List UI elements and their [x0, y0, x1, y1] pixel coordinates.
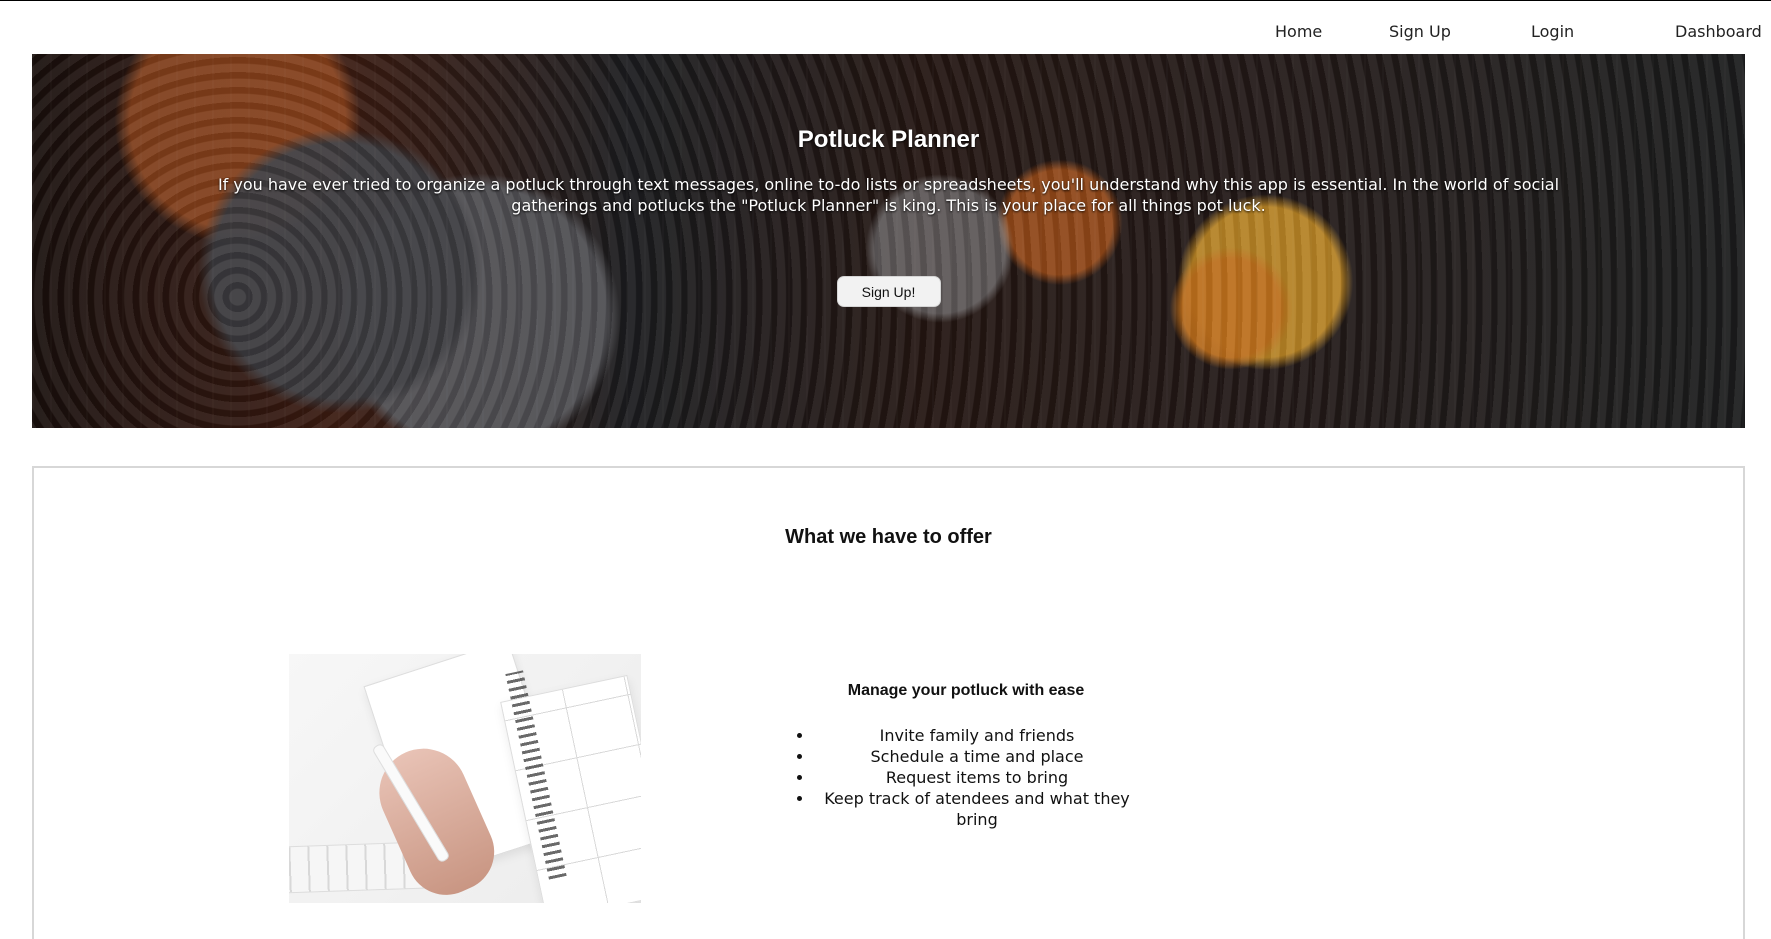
nav-dashboard-link[interactable]: Dashboard [1663, 22, 1771, 41]
feature-list-item: Schedule a time and place [814, 746, 1136, 767]
nav-sign-up-link[interactable]: Sign Up [1377, 22, 1519, 41]
feature-list: Invite family and friends Schedule a tim… [796, 725, 1136, 830]
hero-description: If you have ever tried to organize a pot… [217, 175, 1560, 215]
feature-box: Manage your potluck with ease Invite fam… [796, 682, 1136, 830]
nav-login-link[interactable]: Login [1519, 22, 1663, 41]
nav-home-link[interactable]: Home [1263, 22, 1377, 41]
hero-title: Potluck Planner [797, 126, 980, 153]
top-navigation-bar: Home Sign Up Login Dashboard [0, 0, 1771, 54]
offer-section: What we have to offer Manage your potluc… [32, 466, 1745, 939]
main-navigation: Home Sign Up Login Dashboard [1263, 19, 1771, 43]
feature-list-item: Keep track of atendees and what they bri… [814, 788, 1136, 830]
feature-list-item: Request items to bring [814, 767, 1136, 788]
hero-content: Potluck Planner If you have ever tried t… [32, 54, 1745, 307]
hero-sign-up-button[interactable]: Sign Up! [836, 276, 941, 307]
feature-title: Manage your potluck with ease [847, 682, 1085, 699]
hero-banner: Potluck Planner If you have ever tried t… [32, 54, 1745, 428]
offer-title: What we have to offer [785, 526, 992, 548]
feature-list-item: Invite family and friends [814, 725, 1136, 746]
planner-notebook-image [289, 654, 641, 903]
